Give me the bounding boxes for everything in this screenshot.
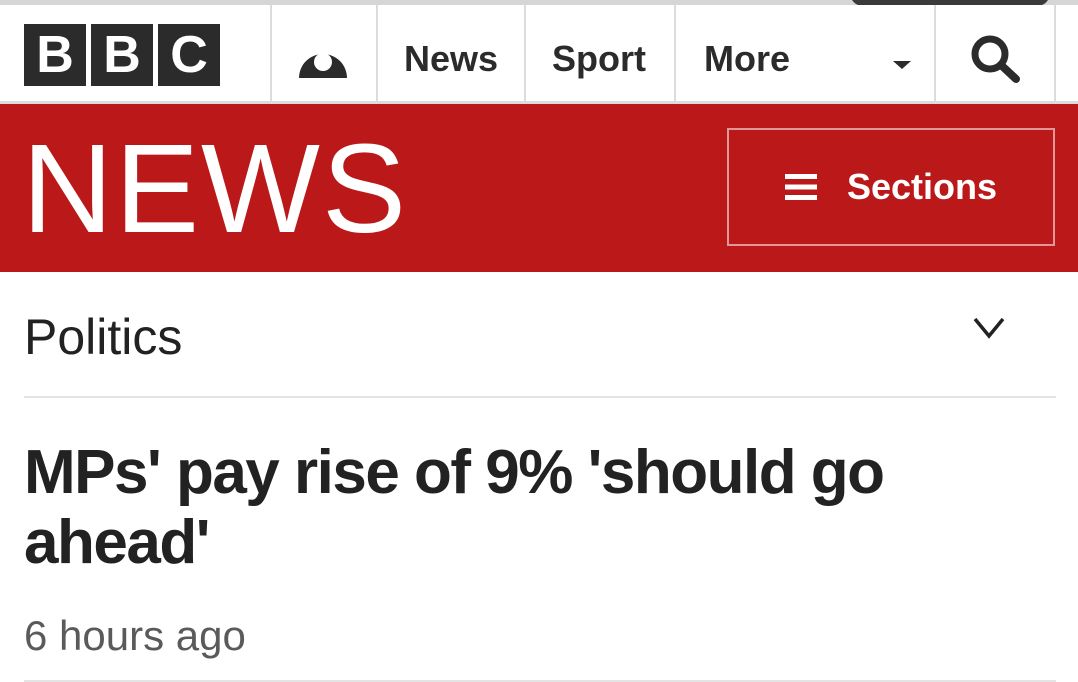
account-icon bbox=[299, 53, 347, 78]
section-bar[interactable]: Politics bbox=[24, 294, 1056, 398]
nav-item-sport[interactable]: Sport bbox=[524, 5, 676, 101]
nav-item-news[interactable]: News bbox=[376, 5, 526, 101]
article-headline[interactable]: MPs' pay rise of 9% 'should go ahead' bbox=[24, 438, 1054, 578]
nav-item-label: News bbox=[404, 38, 499, 79]
article-timestamp: 6 hours ago bbox=[24, 612, 246, 659]
global-nav: B B C News Sport More bbox=[0, 5, 1078, 104]
account-button[interactable] bbox=[270, 5, 378, 101]
nav-item-more[interactable]: More bbox=[674, 5, 936, 101]
bbc-logo-letter: B bbox=[91, 24, 153, 86]
nav-item-label: Sport bbox=[552, 38, 646, 79]
news-logo[interactable]: NEWS bbox=[22, 114, 408, 264]
news-masthead: NEWS Sections bbox=[0, 104, 1078, 272]
search-icon bbox=[971, 35, 1020, 83]
caret-down-icon bbox=[893, 61, 911, 69]
chevron-down-icon[interactable] bbox=[972, 316, 1006, 340]
bbc-logo[interactable]: B B C bbox=[24, 24, 220, 86]
bbc-logo-letter: C bbox=[158, 24, 220, 86]
search-button[interactable] bbox=[934, 5, 1056, 101]
menu-icon bbox=[784, 174, 817, 200]
sections-button[interactable]: Sections bbox=[727, 128, 1055, 246]
section-title: Politics bbox=[24, 309, 183, 365]
sections-label: Sections bbox=[846, 166, 998, 207]
nav-item-label: More bbox=[704, 38, 791, 79]
bbc-logo-letter: B bbox=[24, 24, 86, 86]
